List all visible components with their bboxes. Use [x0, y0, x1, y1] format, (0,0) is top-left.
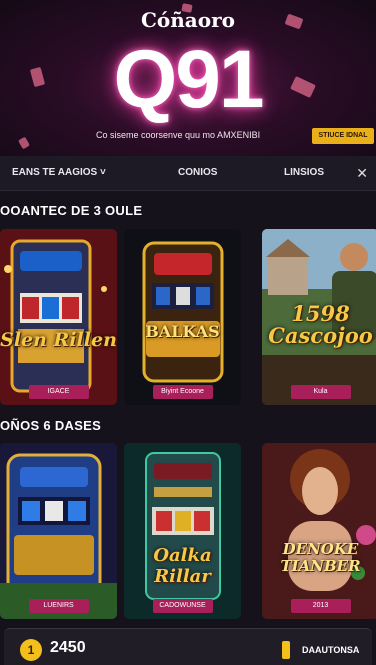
slot-machine-art [0, 229, 117, 405]
nav-item-games-dropdown[interactable]: EANS TE AAGIOS ˅ [12, 156, 106, 190]
nav-item-casinos[interactable]: CONIOS [178, 156, 217, 190]
card-play-button[interactable]: 2013 [290, 599, 351, 613]
slot-machine-art [124, 229, 241, 405]
hero-brand-title: Cóñaoro [141, 8, 235, 32]
nav-item-links[interactable]: LINSIOS [284, 156, 324, 190]
card-art-title: DENOKE TIANBER [280, 540, 361, 575]
game-card[interactable]: Slen Rillen IGACE [0, 229, 117, 405]
woman-portrait-art [262, 443, 376, 619]
top-navigation: EANS TE AAGIOS ˅ CONIOS LINSIOS ✕ [0, 156, 376, 191]
game-card[interactable]: BALKAS Biyint Ecoone [124, 229, 241, 405]
bottom-bar-action[interactable]: DAAUTONSA [302, 645, 359, 655]
card-play-button[interactable]: IGACE [28, 385, 89, 399]
balance-value: 2450 [50, 639, 86, 656]
card-play-button[interactable]: Kula [290, 385, 351, 399]
card-play-button[interactable]: LUENIRS [28, 599, 89, 613]
card-play-button[interactable]: Biyint Ecoone [152, 385, 213, 399]
card-art-title: Slen Rillen [0, 329, 117, 351]
wallet-icon [282, 641, 290, 659]
card-play-button[interactable]: CADOWUNSE [152, 599, 213, 613]
game-card[interactable]: DENOKE TIANBER 2013 [262, 443, 376, 619]
card-art-title: BALKAS [145, 322, 220, 341]
card-art-title: Oalka Rillar [153, 545, 212, 587]
section-title: OOANTEC DE 3 OULE [0, 203, 143, 218]
slot-machine-art [0, 443, 117, 619]
card-art-title: 1598 Cascojoo [268, 301, 373, 348]
section-title: OÑOS 6 DASES [0, 418, 102, 433]
close-icon[interactable]: ✕ [356, 156, 368, 190]
hero-cta-button[interactable]: STIUCE IDNAL [312, 128, 374, 144]
game-card[interactable]: LUENIRS [0, 443, 117, 619]
game-card[interactable]: Oalka Rillar CADOWUNSE [124, 443, 241, 619]
hero-logo: Q91 [113, 34, 265, 125]
coin-icon: 1 [20, 639, 42, 661]
hero-tagline: Co siseme coorsenve quu mo AMXENIBI [96, 130, 261, 140]
game-card[interactable]: 1598 Cascojoo Kula [262, 229, 376, 405]
confetti-decoration [18, 136, 30, 150]
bottom-balance-bar: 1 2450 DAAUTONSA [4, 628, 372, 665]
hero-banner[interactable]: Cóñaoro Q91 Co siseme coorsenve quu mo A… [0, 0, 376, 156]
slot-machine-art [124, 443, 241, 619]
